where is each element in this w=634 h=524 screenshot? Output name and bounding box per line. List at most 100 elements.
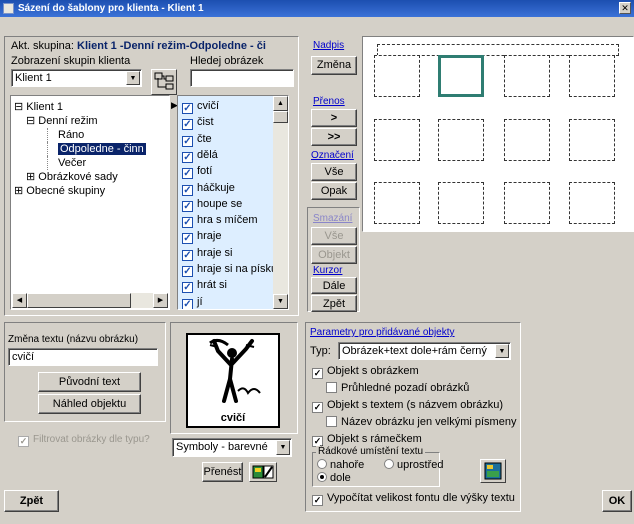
uppercase-check[interactable] (326, 416, 337, 427)
template-tile[interactable] (438, 119, 484, 161)
group-tree[interactable]: ⊟ Klient 1 ⊟ Denní režim Ráno Odpoledne … (10, 95, 170, 310)
scroll-down-icon[interactable]: ▼ (273, 294, 288, 309)
template-tile[interactable] (504, 119, 550, 161)
with-frame-checkbox[interactable]: ✓ Objekt s rámečkem (312, 433, 422, 447)
radio-top[interactable] (317, 459, 327, 469)
word-check[interactable]: ✓ (182, 298, 193, 309)
template-tile[interactable] (504, 55, 550, 97)
mark-invert-button[interactable]: Opak (311, 182, 357, 200)
tree-item-selected[interactable]: Odpoledne - činn (47, 142, 177, 156)
search-input[interactable] (190, 69, 294, 87)
word-list-item[interactable]: ✓ houpe se (182, 196, 242, 212)
params-link[interactable]: Parametry pro přidávané objekty (310, 327, 455, 338)
template-tile[interactable] (569, 119, 615, 161)
word-list-item[interactable]: ✓ cvičí (182, 98, 219, 114)
with-text-check[interactable]: ✓ (312, 402, 323, 413)
filter-check[interactable]: ✓ (18, 436, 29, 447)
template-tile-active[interactable] (438, 55, 484, 97)
object-type-select[interactable]: Obrázek+text dole+rám černý ▼ (338, 342, 511, 360)
tree-item[interactable]: ⊟ Denní režim (26, 114, 98, 128)
image-tools-button[interactable] (249, 462, 277, 482)
transfer-button[interactable]: Přenést (202, 462, 243, 482)
scroll-right-icon[interactable]: ▶ (153, 293, 168, 308)
word-check[interactable]: ✓ (182, 266, 193, 277)
word-check[interactable]: ✓ (182, 200, 193, 212)
word-list-item[interactable]: ✓ hrát si (182, 277, 227, 294)
word-check[interactable]: ✓ (182, 168, 193, 180)
word-list-item[interactable]: ✓ hraje (182, 228, 221, 245)
ok-button[interactable]: OK (602, 490, 632, 512)
filter-checkbox[interactable]: ✓ Filtrovat obrázky dle typu? (18, 434, 150, 447)
marking-link[interactable]: Označení (311, 150, 354, 161)
preview-object-button[interactable]: Náhled objektu (38, 394, 141, 414)
template-tile[interactable] (569, 55, 615, 97)
word-check[interactable]: ✓ (182, 282, 193, 294)
position-top-radio[interactable]: nahoře (317, 459, 364, 471)
expand-icon[interactable]: ⊞ (14, 185, 23, 197)
vertical-scrollbar[interactable]: ▲ ▼ (273, 96, 288, 309)
transfer-link[interactable]: Přenos (313, 96, 345, 107)
transparent-bg-checkbox[interactable]: Průhledné pozadí obrázků (326, 382, 469, 394)
template-tile[interactable] (374, 119, 420, 161)
delete-link[interactable]: Smazání (313, 213, 352, 224)
template-tile[interactable] (438, 182, 484, 224)
scroll-thumb[interactable] (27, 293, 131, 308)
expand-icon[interactable]: ⊞ (26, 171, 35, 183)
chevron-down-icon[interactable]: ▼ (276, 440, 290, 455)
template-tile[interactable] (504, 182, 550, 224)
radio-middle[interactable] (384, 459, 394, 469)
color-settings-button[interactable] (480, 459, 506, 483)
word-check[interactable]: ✓ (182, 151, 193, 163)
word-list[interactable]: ✓ cvičí ✓ čist ✓ čte ✓ dělá ✓ fotí ✓ háčkuje ✓ houpe … (177, 95, 289, 310)
original-text-button[interactable]: Původní text (38, 372, 141, 392)
tree-item[interactable]: ⊞ Obecné skupiny (14, 184, 105, 198)
scroll-up-icon[interactable]: ▲ (273, 96, 288, 111)
word-check[interactable]: ✓ (182, 233, 193, 245)
delete-object-button[interactable]: Objekt (311, 246, 357, 264)
tree-view-button[interactable] (151, 69, 177, 95)
back-button[interactable]: Zpět (4, 490, 59, 512)
with-image-checkbox[interactable]: ✓ Objekt s obrázkem (312, 365, 419, 379)
word-list-item[interactable]: ✓ hraje si (182, 245, 232, 261)
tree-item[interactable]: ⊞ Obrázkové sady (26, 170, 118, 184)
horizontal-scrollbar[interactable]: ◀ ▶ (12, 293, 168, 308)
uppercase-checkbox[interactable]: Název obrázku jen velkými písmeny (326, 416, 516, 428)
tree-item[interactable]: ⊟ Klient 1 (14, 100, 63, 114)
tree-item[interactable]: Večer (47, 156, 86, 170)
collapse-icon[interactable]: ⊟ (26, 115, 35, 127)
transfer-all-button[interactable]: >> (311, 128, 357, 146)
word-check[interactable]: ✓ (182, 119, 193, 131)
word-check[interactable]: ✓ (182, 135, 193, 147)
title-link[interactable]: Nadpis (313, 40, 344, 51)
scroll-thumb[interactable] (273, 111, 288, 123)
word-list-item[interactable]: ✓ hraje si na písku (182, 261, 277, 277)
delete-all-button[interactable]: Vše (311, 227, 357, 245)
template-canvas[interactable] (362, 36, 634, 232)
word-list-item[interactable]: ✓ čte (182, 131, 212, 147)
word-check[interactable]: ✓ (182, 184, 193, 196)
with-image-check[interactable]: ✓ (312, 368, 323, 379)
chevron-down-icon[interactable]: ▼ (126, 71, 140, 85)
tree-item[interactable]: Ráno (47, 128, 84, 142)
font-size-check[interactable]: ✓ (312, 495, 323, 506)
word-list-item[interactable]: ✓ čist (182, 114, 214, 131)
word-list-item[interactable]: ✓ jí (182, 294, 203, 309)
template-tile[interactable] (569, 182, 615, 224)
word-check[interactable]: ✓ (182, 217, 193, 229)
word-list-item[interactable]: ✓ dělá (182, 147, 218, 163)
close-icon[interactable]: ✕ (619, 2, 631, 14)
word-check[interactable]: ✓ (182, 249, 193, 261)
text-change-input[interactable]: cvičí (8, 348, 158, 366)
radio-bottom[interactable] (317, 472, 327, 482)
client-group-select[interactable]: Klient 1 ▼ (11, 69, 142, 87)
template-tile[interactable] (374, 55, 420, 97)
cursor-link[interactable]: Kurzor (313, 265, 342, 276)
position-middle-radio[interactable]: uprostřed (384, 459, 443, 471)
word-list-item[interactable]: ✓ hra s míčem (182, 212, 258, 229)
symbol-set-select[interactable]: Symboly - barevné ▼ (172, 438, 292, 457)
scroll-left-icon[interactable]: ◀ (12, 293, 27, 308)
title-change-button[interactable]: Změna (311, 56, 357, 75)
transparent-bg-check[interactable] (326, 382, 337, 393)
collapse-icon[interactable]: ⊟ (14, 101, 23, 113)
word-check[interactable]: ✓ (182, 103, 193, 114)
